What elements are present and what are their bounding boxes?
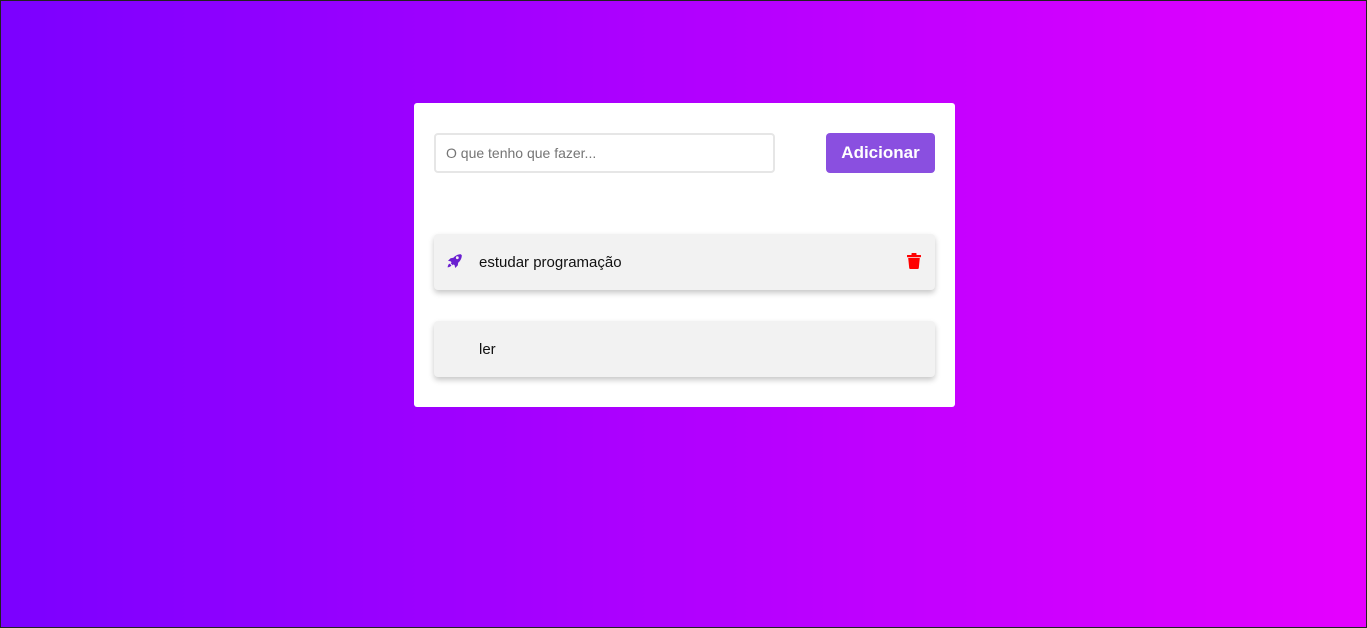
trash-icon[interactable] <box>907 253 921 269</box>
add-button[interactable]: Adicionar <box>826 133 935 173</box>
task-label: estudar programação <box>479 253 622 271</box>
task-item[interactable]: estudar programação <box>434 234 935 290</box>
rocket-icon <box>447 254 462 268</box>
add-task-form: Adicionar <box>434 133 935 173</box>
todo-card: Adicionar estudar programação ler <box>414 103 955 407</box>
task-list: estudar programação ler <box>434 234 935 408</box>
task-item[interactable]: ler <box>434 321 935 377</box>
task-input[interactable] <box>434 133 775 173</box>
task-label: ler <box>479 340 496 358</box>
